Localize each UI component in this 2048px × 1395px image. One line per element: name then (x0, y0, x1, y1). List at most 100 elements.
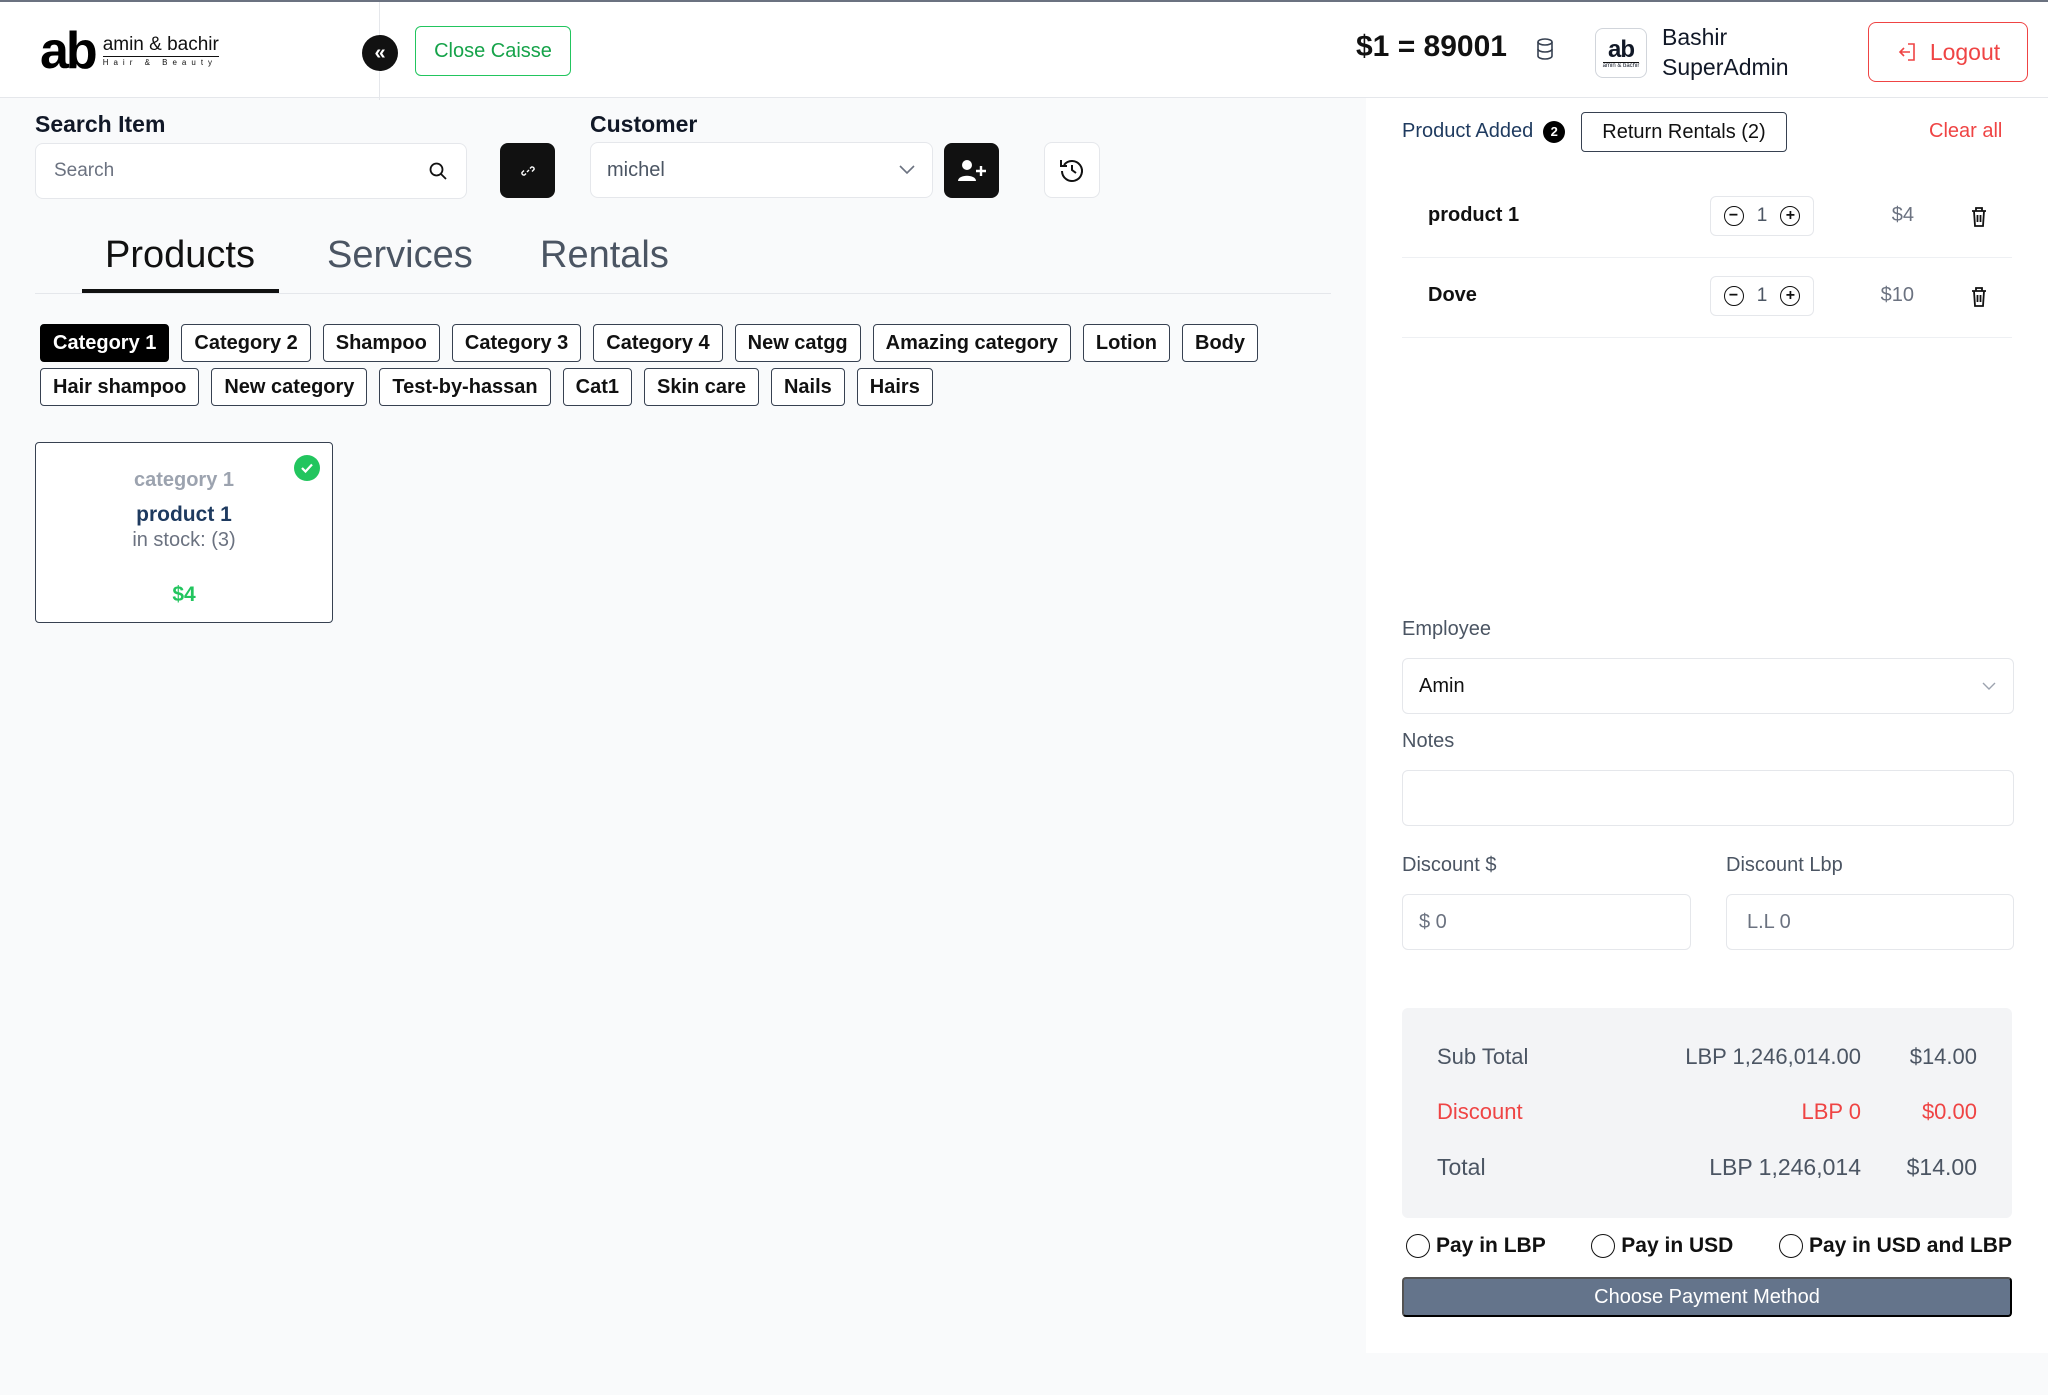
logout-label: Logout (1929, 38, 2001, 65)
pay-option-usd-lbp[interactable]: Pay in USD and LBP (1778, 1234, 2012, 1258)
discount-lbp-field[interactable]: L.L 0 (1726, 894, 2014, 950)
tab-services[interactable]: Services (327, 234, 473, 277)
avatar[interactable]: ab amin & bachir (1595, 28, 1647, 78)
logo-line1: amin & bachir (102, 34, 219, 57)
refresh-icon (1060, 160, 1083, 182)
quantity-stepper: − 1 + (1710, 196, 1814, 236)
reset-button[interactable] (1044, 142, 1100, 198)
customer-selected: michel (607, 158, 665, 181)
product-card[interactable]: category 1 product 1 in stock: (3) $4 (35, 442, 333, 623)
discount-label: Discount (1437, 1099, 1523, 1124)
user-plus-icon (957, 159, 986, 181)
link-icon (520, 165, 535, 176)
employee-selected: Amin (1419, 674, 1465, 697)
category-chip[interactable]: Category 3 (451, 324, 582, 362)
employee-label: Employee (1402, 618, 1491, 640)
top-header: ab amin & bachir Hair & Beauty « Close C… (0, 0, 2048, 100)
discount-usd-field[interactable]: $ 0 (1402, 894, 1691, 950)
category-chip[interactable]: Cat1 (562, 368, 633, 406)
tab-products[interactable]: Products (105, 234, 255, 277)
avatar-sub: amin & bachir (1602, 61, 1640, 69)
quantity-value: 1 (1756, 285, 1768, 306)
logout-button[interactable]: Logout (1868, 22, 2028, 82)
category-chip[interactable]: Body (1182, 324, 1259, 362)
pay-option-lbp[interactable]: Pay in LBP (1406, 1234, 1546, 1258)
cart-panel: Product Added 2 Return Rentals (2) Clear… (1366, 98, 2048, 1353)
discount-usd-label: Discount $ (1402, 854, 1497, 876)
category-filters: Category 1 Category 2 Shampoo Category 3… (40, 324, 1280, 406)
notes-label: Notes (1402, 730, 1455, 752)
cart-row: Dove − 1 + $10 (1402, 258, 2012, 338)
payment-options: Pay in LBP Pay in USD Pay in USD and LBP (1406, 1234, 2012, 1258)
user-name: Bashir (1662, 24, 1728, 50)
collapse-sidebar-button[interactable]: « (362, 35, 398, 71)
pay-option-label: Pay in USD (1621, 1234, 1734, 1257)
radio-lbp[interactable] (1406, 1234, 1430, 1258)
chevron-down-icon (899, 165, 915, 175)
customer-label: Customer (590, 111, 698, 137)
database-icon[interactable] (1536, 38, 1554, 60)
user-info: Bashir SuperAdmin (1662, 22, 1789, 82)
cart-item-name: Dove (1428, 284, 1477, 306)
clear-all-link[interactable]: Clear all (1929, 120, 2002, 143)
category-chip[interactable]: Hair shampoo (40, 368, 200, 406)
trash-icon[interactable] (1970, 206, 1988, 228)
cart-row: product 1 − 1 + $4 (1402, 178, 2012, 258)
user-role: SuperAdmin (1662, 54, 1789, 80)
chevron-down-icon (1982, 682, 1996, 690)
notes-field[interactable] (1402, 770, 2014, 826)
category-chip[interactable]: Category 2 (181, 324, 311, 362)
pay-option-label: Pay in LBP (1436, 1234, 1546, 1257)
choose-payment-method-button[interactable]: Choose Payment Method (1402, 1277, 2012, 1317)
product-category: category 1 (133, 469, 235, 491)
customer-select[interactable]: michel (590, 142, 933, 198)
discount-row: Discount LBP 0 $0.00 (1437, 1099, 1977, 1125)
total-row: Total LBP 1,246,014 $14.00 (1437, 1154, 1977, 1181)
category-chip[interactable]: New catgg (734, 324, 861, 362)
logout-icon (1898, 43, 1915, 61)
cart-item-price: $10 (1880, 284, 1914, 306)
category-chip[interactable]: Category 4 (593, 324, 723, 362)
category-chip[interactable]: Lotion (1082, 324, 1171, 362)
add-customer-button[interactable] (944, 143, 999, 198)
close-caisse-button[interactable]: Close Caisse (415, 26, 571, 76)
avatar-mark: ab (1607, 35, 1635, 63)
category-chip[interactable]: Test-by-hassan (379, 368, 551, 406)
plus-icon[interactable]: + (1780, 206, 1801, 226)
minus-icon[interactable]: − (1723, 206, 1744, 226)
category-chip[interactable]: Hairs (856, 368, 933, 406)
link-button[interactable] (500, 143, 555, 198)
plus-icon[interactable]: + (1780, 286, 1801, 306)
category-chip[interactable]: Amazing category (872, 324, 1071, 362)
product-added-header: Product Added 2 (1402, 120, 1566, 143)
pay-option-usd[interactable]: Pay in USD (1591, 1234, 1733, 1258)
cart-count-badge: 2 (1543, 120, 1566, 143)
category-chip[interactable]: Skin care (644, 368, 759, 406)
total-lbp: LBP 1,246,014 (1709, 1154, 1861, 1180)
subtotal-lbp: LBP 1,246,014.00 (1685, 1044, 1861, 1069)
employee-select[interactable]: Amin (1402, 658, 2014, 714)
discount-usd-placeholder: $ 0 (1419, 910, 1447, 933)
radio-usd-lbp[interactable] (1778, 1234, 1803, 1258)
search-field[interactable] (35, 143, 467, 199)
search-icon (429, 162, 447, 180)
category-chip[interactable]: Category 1 (40, 324, 170, 362)
radio-usd[interactable] (1591, 1234, 1616, 1258)
category-chip[interactable]: Shampoo (322, 324, 440, 362)
category-chip[interactable]: Nails (770, 368, 845, 406)
cart-item-name: product 1 (1428, 204, 1520, 226)
product-added-title: Product Added (1402, 120, 1534, 142)
return-rentals-button[interactable]: Return Rentals (2) (1581, 112, 1787, 152)
active-tab-indicator (82, 289, 279, 293)
quantity-value: 1 (1756, 205, 1768, 226)
tab-rentals[interactable]: Rentals (540, 234, 669, 277)
search-input[interactable] (54, 160, 414, 182)
brand-logo[interactable]: ab amin & bachir Hair & Beauty (40, 25, 240, 77)
discount-lbp-placeholder: L.L 0 (1747, 910, 1791, 933)
minus-icon[interactable]: − (1723, 286, 1744, 306)
category-chip[interactable]: New category (211, 368, 368, 406)
trash-icon[interactable] (1970, 286, 1988, 308)
pay-option-label: Pay in USD and LBP (1808, 1234, 2012, 1257)
discount-lbp-label: Discount Lbp (1726, 854, 1843, 876)
subtotal-label: Sub Total (1437, 1044, 1529, 1069)
